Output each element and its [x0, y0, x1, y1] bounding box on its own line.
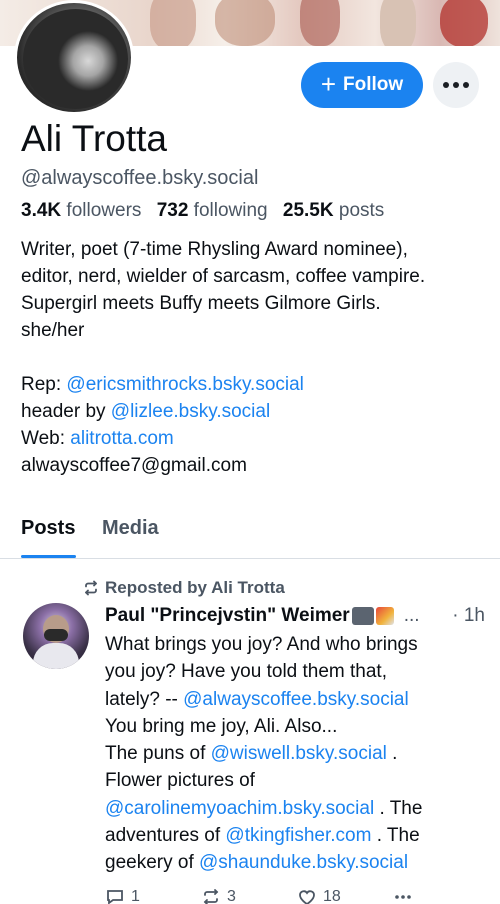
profile-tabs: Posts Media — [0, 505, 500, 559]
camera-emoji-icon — [351, 607, 374, 625]
profile-name: Ali Trotta — [21, 118, 167, 159]
follow-button[interactable]: + Follow — [301, 62, 423, 108]
post-actions: 1 3 18 — [105, 887, 485, 904]
ellipsis-icon — [395, 895, 411, 899]
ellipsis-icon — [443, 82, 449, 88]
posts-count: 25.5K posts — [282, 200, 385, 221]
tab-posts[interactable]: Posts — [21, 517, 75, 540]
post-author-avatar[interactable] — [23, 603, 89, 669]
repost-action-icon — [203, 889, 219, 904]
website-link[interactable]: alitrotta.com — [70, 428, 173, 449]
followers-link[interactable]: 3.4K followers — [21, 200, 141, 221]
repost-icon — [85, 580, 97, 596]
profile-avatar[interactable] — [14, 0, 134, 115]
reply-button[interactable]: 1 — [105, 887, 140, 904]
header-credit-link[interactable]: @lizlee.bsky.social — [111, 401, 270, 422]
repost-indicator[interactable]: Reposted by Ali Trotta — [83, 578, 285, 598]
profile-bio: Writer, poet (7-time Rhysling Award nomi… — [21, 236, 491, 479]
rocket-emoji-icon — [375, 607, 394, 625]
follow-button-label: Follow — [343, 74, 404, 95]
post-more-button[interactable] — [393, 887, 413, 904]
post-text[interactable]: What brings you joy? And who brings you … — [105, 631, 495, 877]
email-text: alwayscoffee7@gmail.com — [21, 455, 247, 476]
tab-media[interactable]: Media — [102, 517, 159, 540]
name-truncation: ... — [403, 605, 420, 626]
mention-link[interactable]: @wiswell.bsky.social — [211, 743, 387, 764]
profile-handle: @alwayscoffee.bsky.social — [21, 167, 259, 189]
post-timestamp[interactable]: · 1h — [452, 605, 485, 627]
active-tab-indicator — [21, 555, 76, 558]
mention-link[interactable]: @alwayscoffee.bsky.social — [183, 689, 409, 710]
reply-icon — [107, 890, 123, 904]
post-author-name[interactable]: Paul "Princejvstin" Weimer — [105, 605, 350, 627]
following-link[interactable]: 732 following — [157, 200, 268, 221]
more-options-button[interactable] — [433, 62, 479, 108]
repost-button[interactable]: 3 — [201, 887, 236, 904]
heart-icon — [299, 890, 315, 904]
profile-stats: 3.4K followers 732 following 25.5K posts — [21, 200, 384, 222]
mention-link[interactable]: @shaunduke.bsky.social — [199, 852, 408, 873]
rep-link[interactable]: @ericsmithrocks.bsky.social — [66, 374, 303, 395]
mention-link[interactable]: @tkingfisher.com — [225, 825, 371, 846]
plus-icon: + — [320, 68, 337, 99]
post-header: Paul "Princejvstin" Weimer ... · 1h — [105, 605, 485, 627]
like-button[interactable]: 18 — [297, 887, 341, 904]
mention-link[interactable]: @carolinemyoachim.bsky.social — [105, 798, 374, 819]
